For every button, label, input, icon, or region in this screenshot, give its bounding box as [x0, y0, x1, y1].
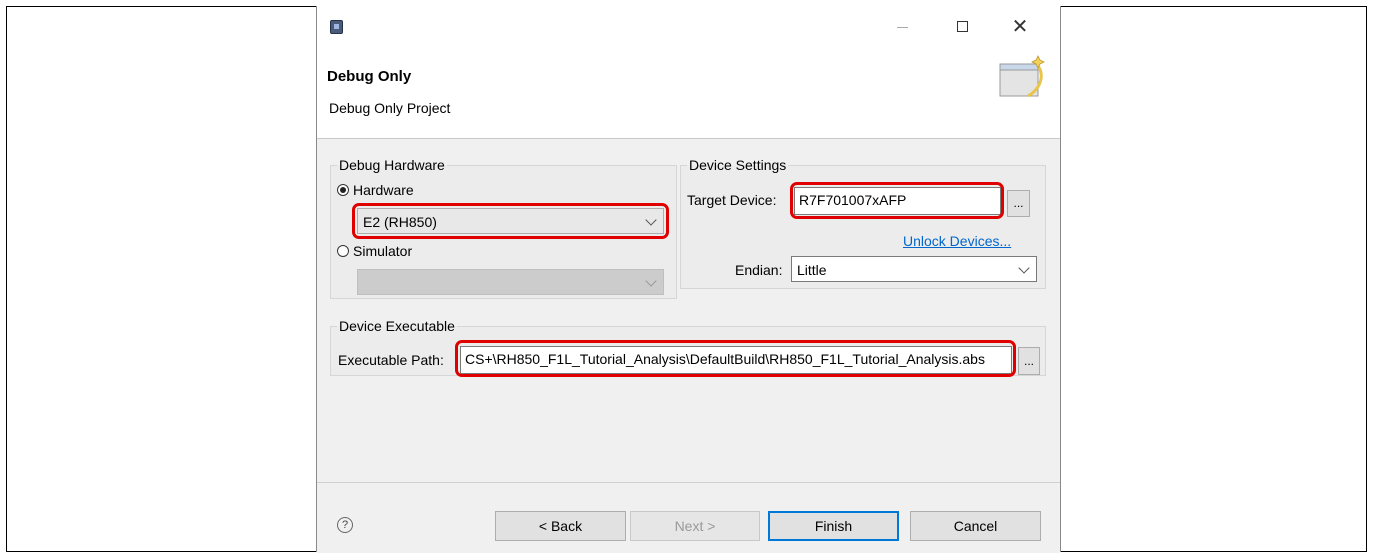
debug-only-dialog: ✕ Debug Only Debug Only Project Debug Ha…	[316, 6, 1061, 553]
executable-path-browse-button[interactable]: ...	[1018, 347, 1040, 375]
wizard-footer: ? < Back Next > Finish Cancel	[317, 482, 1060, 553]
close-icon[interactable]: ✕	[1006, 16, 1034, 38]
app-icon	[330, 20, 343, 34]
unlock-devices-link[interactable]: Unlock Devices...	[903, 233, 1011, 249]
maximize-icon[interactable]	[949, 16, 977, 38]
target-device-highlight	[790, 182, 1004, 219]
target-device-browse-button[interactable]: ...	[1007, 190, 1030, 217]
endian-select[interactable]: Little	[791, 256, 1037, 282]
minimize-icon[interactable]	[889, 16, 917, 38]
executable-path-highlight	[455, 340, 1016, 377]
radio-selected-icon	[337, 184, 349, 196]
executable-path-label: Executable Path:	[338, 352, 444, 368]
back-button[interactable]: < Back	[495, 511, 626, 541]
simulator-radio[interactable]: Simulator	[337, 243, 412, 259]
chevron-down-icon	[645, 275, 657, 287]
device-executable-legend: Device Executable	[339, 318, 455, 334]
cancel-button[interactable]: Cancel	[910, 511, 1041, 541]
hardware-highlight	[352, 203, 669, 239]
next-button: Next >	[630, 511, 760, 541]
finish-button[interactable]: Finish	[768, 511, 899, 541]
page-subtitle: Debug Only Project	[329, 100, 451, 116]
endian-label: Endian:	[735, 262, 783, 278]
title-bar: ✕	[317, 6, 1060, 46]
wizard-banner: Debug Only Debug Only Project	[317, 46, 1060, 139]
simulator-select	[357, 269, 664, 295]
endian-select-value: Little	[797, 262, 827, 278]
wizard-banner-icon	[999, 55, 1045, 98]
target-device-label: Target Device:	[687, 192, 777, 208]
debug-hardware-legend: Debug Hardware	[339, 157, 445, 173]
hardware-radio[interactable]: Hardware	[337, 182, 414, 198]
page-title: Debug Only	[327, 68, 412, 85]
chevron-down-icon	[1018, 262, 1030, 274]
help-icon[interactable]: ?	[337, 517, 353, 533]
device-settings-legend: Device Settings	[689, 157, 787, 173]
simulator-radio-label: Simulator	[353, 243, 413, 259]
hardware-radio-label: Hardware	[353, 182, 414, 198]
radio-unselected-icon	[337, 245, 349, 257]
